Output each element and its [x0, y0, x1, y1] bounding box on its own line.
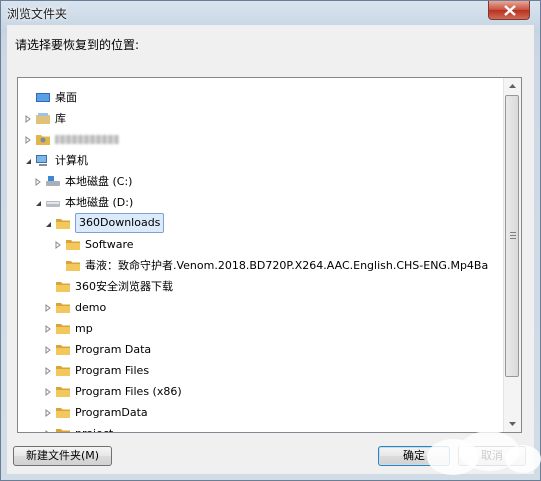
folder-icon [56, 282, 70, 292]
expand-arrow-icon[interactable] [44, 388, 52, 396]
tree-item[interactable]: 计算机 [18, 151, 503, 170]
tree-item-label: Program Files [75, 364, 150, 377]
expand-arrow-icon[interactable] [34, 178, 42, 186]
expand-arrow-icon[interactable] [44, 367, 52, 375]
computer-icon [36, 155, 47, 166]
tree-item[interactable]: demo [18, 298, 503, 317]
folder-icon [56, 387, 70, 397]
library-icon [36, 113, 50, 124]
tree-item-label: 本地磁盘 (C:) [65, 175, 133, 188]
folder-icon [66, 261, 80, 271]
tree-item-label: project [75, 424, 113, 432]
tree-item-label: 360安全浏览器下载 [75, 280, 173, 293]
folder-icon [56, 219, 70, 229]
tree-item-label: 本地磁盘 (D:) [65, 196, 134, 209]
drive-icon [46, 201, 60, 207]
collapse-arrow-icon[interactable] [34, 199, 42, 207]
tree-item-label: Software [85, 238, 134, 251]
tree-item-label: mp [75, 322, 93, 335]
tree-item-label: 360Downloads [75, 213, 165, 233]
folder-icon [66, 240, 80, 250]
title-bar[interactable]: 浏览文件夹 [1, 1, 540, 25]
expand-arrow-icon[interactable] [44, 325, 52, 333]
tree-item-label: 桌面 [55, 91, 77, 104]
tree-item-label: 计算机 [55, 154, 88, 167]
tree-item-label: ProgramData [75, 406, 148, 419]
close-button[interactable] [488, 1, 530, 20]
close-icon [504, 5, 516, 16]
tree-item[interactable]: 毒液：致命守护者.Venom.2018.BD720P.X264.AAC.Engl… [18, 256, 503, 275]
folder-icon [56, 324, 70, 334]
instruction-text: 请选择要恢复到的位置: [15, 38, 140, 52]
vertical-scrollbar[interactable] [503, 78, 521, 432]
expand-arrow-icon[interactable] [24, 136, 32, 144]
tree-item-label: 毒液：致命守护者.Venom.2018.BD720P.X264.AAC.Engl… [85, 259, 489, 272]
tree-item[interactable]: 桌面 [18, 88, 503, 107]
tree-item-label: Program Files (x86) [75, 385, 182, 398]
tree-item[interactable]: Program Data [18, 340, 503, 359]
folder-icon [56, 366, 70, 376]
expand-arrow-icon[interactable] [54, 241, 62, 249]
expand-arrow-icon[interactable] [44, 409, 52, 417]
tree-item[interactable]: Program Files [18, 361, 503, 380]
folder-icon [56, 408, 70, 418]
tree-item-label: Program Data [75, 343, 152, 356]
new-folder-button[interactable]: 新建文件夹(M) [13, 446, 112, 466]
folder-icon [56, 345, 70, 355]
dialog-body: 请选择要恢复到的位置: 桌面库计算机本地磁盘 (C:) 本地磁盘 (D:) 360D… [7, 25, 534, 474]
scrollbar-thumb[interactable] [505, 95, 519, 377]
tree-item-label: demo [75, 301, 107, 314]
collapse-arrow-icon[interactable] [44, 220, 52, 228]
tree-item[interactable]: Program Files (x86) [18, 382, 503, 401]
folder-icon [56, 429, 70, 432]
collapse-arrow-icon[interactable] [24, 157, 32, 165]
tree-item[interactable]: 360Downloads [18, 213, 503, 233]
watermark-logo [427, 431, 541, 475]
expand-arrow-icon[interactable] [44, 430, 52, 433]
tree-item[interactable]: 本地磁盘 (C:) [18, 172, 503, 191]
folder-icon [56, 303, 70, 313]
tree-item[interactable]: 360安全浏览器下载 [18, 277, 503, 296]
tree-item[interactable]: 本地磁盘 (D:) [18, 193, 503, 212]
desktop-icon [36, 93, 50, 102]
tree-item-label: 库 [55, 112, 66, 125]
user-folder-icon [36, 135, 50, 145]
expand-arrow-icon[interactable] [44, 346, 52, 354]
tree-item[interactable]: mp [18, 319, 503, 338]
browse-folder-dialog: 浏览文件夹 请选择要恢复到的位置: 桌面库计算机本地磁盘 (C:) 本地磁盘 (D… [0, 0, 541, 481]
tree-item[interactable]: Software [18, 235, 503, 254]
scroll-up-icon[interactable] [504, 78, 521, 95]
window-title: 浏览文件夹 [7, 7, 68, 21]
expand-arrow-icon[interactable] [44, 304, 52, 312]
expand-arrow-icon[interactable] [24, 115, 32, 123]
tree-item[interactable] [18, 130, 503, 149]
grip-icon [510, 232, 516, 239]
system-drive-icon [46, 176, 60, 186]
tree-item-label [55, 135, 119, 144]
tree-item[interactable]: 库 [18, 109, 503, 128]
tree-item[interactable]: ProgramData [18, 403, 503, 422]
folder-tree[interactable]: 桌面库计算机本地磁盘 (C:) 本地磁盘 (D:) 360Downloads Soft… [17, 77, 522, 433]
